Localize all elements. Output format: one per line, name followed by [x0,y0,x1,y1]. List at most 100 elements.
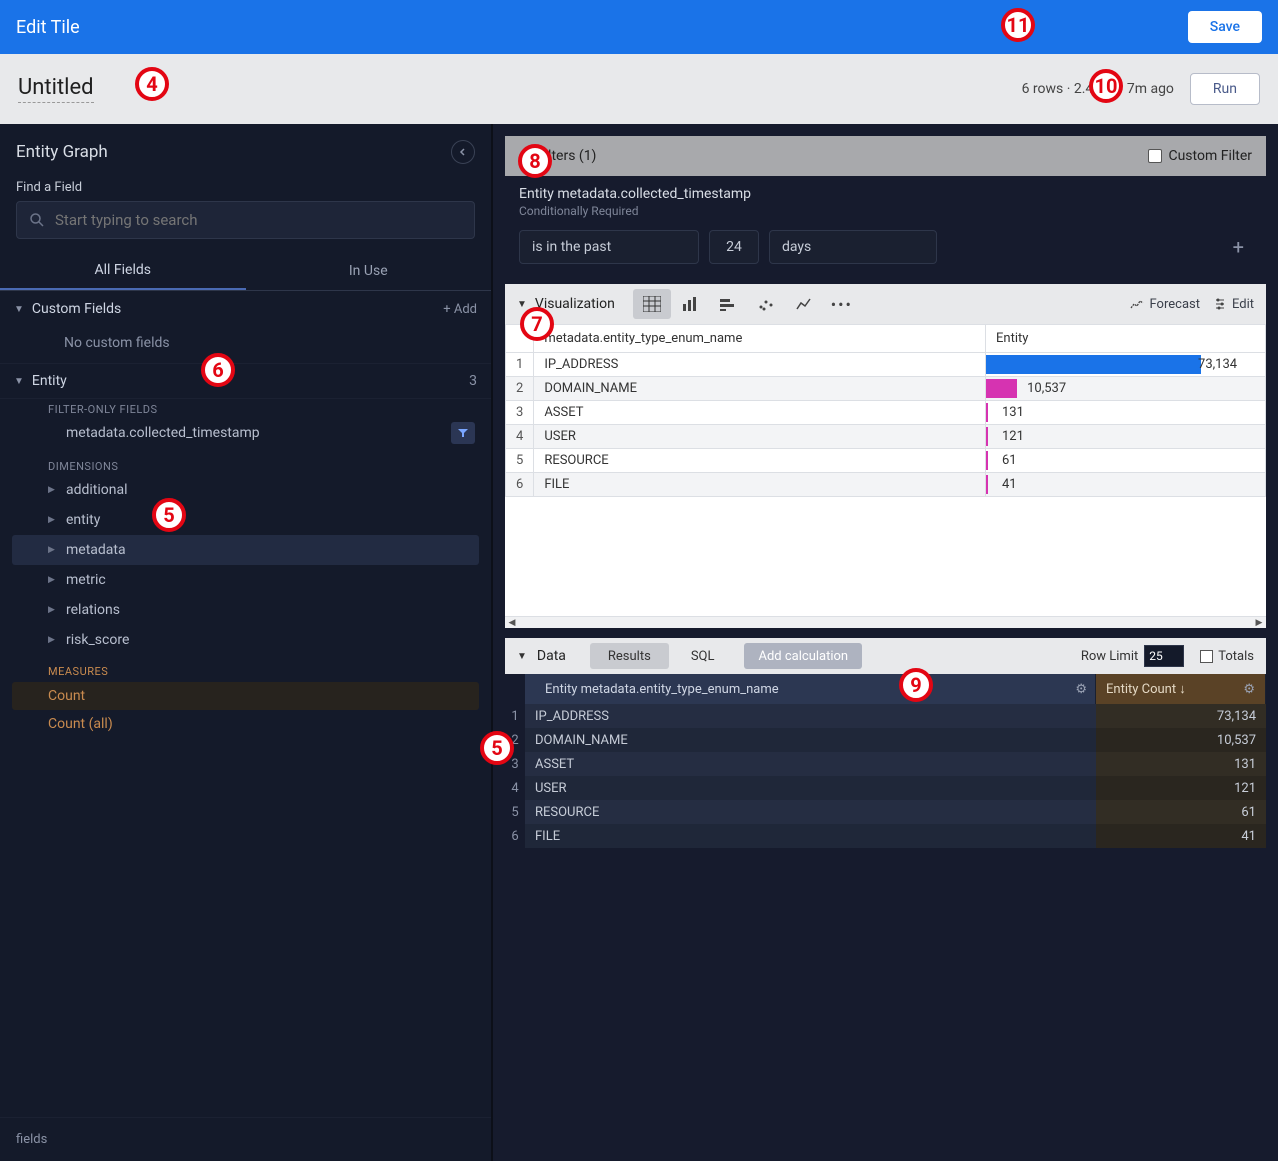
gear-icon[interactable]: ⚙ [1243,682,1255,697]
visualization-bar: ▼ Visualization ••• Forecast Edit [505,284,1266,324]
chevron-left-icon [458,147,468,157]
annotation-7: 7 [520,307,554,341]
annotation-10: 10 [1089,69,1123,103]
annotation-6: 6 [201,353,235,387]
table-row: 5RESOURCE61 [505,800,1266,824]
viz-type-table-icon[interactable] [633,289,671,319]
table-row: 1IP_ADDRESS73,134 [505,704,1266,728]
data-header-measure[interactable]: Entity Count ↓⚙ [1096,674,1266,704]
row-limit-label: Row Limit [1081,649,1138,664]
dim-relations[interactable]: ▶relations [0,595,491,625]
add-filter-button[interactable]: + [1225,235,1252,259]
field-picker-panel: Entity Graph Find a Field All Fields In … [0,124,493,1161]
sliders-icon [1214,298,1226,310]
add-custom-field-button[interactable]: + Add [443,302,477,317]
totals-checkbox[interactable] [1200,650,1213,663]
annotation-5b: 5 [480,731,514,765]
dim-metric[interactable]: ▶metric [0,565,491,595]
table-row: 6FILE41 [506,473,1266,497]
tab-sql[interactable]: SQL [673,643,733,669]
measures-label: MEASURES [0,655,491,682]
table-row: 2DOMAIN_NAME10,537 [506,377,1266,401]
annotation-11: 11 [1001,8,1035,42]
table-row: 3ASSET131 [506,401,1266,425]
data-table: Entity metadata.entity_type_enum_name⚙ E… [505,674,1266,848]
explore-title: Entity Graph [16,142,108,162]
viz-header-measure[interactable]: Entity [986,325,1266,353]
custom-filter-label: Custom Filter [1168,148,1252,164]
collapse-panel-button[interactable] [451,140,475,164]
chevron-down-icon: ▼ [14,304,24,315]
search-field[interactable] [16,201,475,239]
custom-filter-checkbox[interactable] [1148,149,1162,163]
tab-all-fields[interactable]: All Fields [0,251,246,290]
no-custom-fields-msg: No custom fields [0,327,491,363]
measure-count[interactable]: Count [12,682,479,710]
save-button[interactable]: Save [1188,11,1262,43]
filter-field-name: Entity metadata.collected_timestamp [519,186,1252,202]
viz-type-column-icon[interactable] [709,289,747,319]
filter-value-input[interactable]: 24 [709,230,759,264]
tab-results[interactable]: Results [590,643,669,669]
table-row: 4USER121 [505,776,1266,800]
viz-type-more-icon[interactable]: ••• [823,289,861,319]
visualization-body: metadata.entity_type_enum_nameEntity 1IP… [505,324,1266,628]
measure-count-all[interactable]: Count (all) [0,710,491,738]
entity-field-count: 3 [469,373,477,389]
table-row: 2DOMAIN_NAME10,537 [505,728,1266,752]
row-limit-input[interactable] [1144,645,1184,667]
forecast-icon [1130,298,1144,310]
filter-row: Entity metadata.collected_timestamp Cond… [505,176,1266,274]
dim-metadata[interactable]: ▶metadata [12,535,479,565]
footer-breadcrumb: fields [0,1117,491,1161]
filter-icon[interactable] [451,422,475,444]
viz-type-scatter-icon[interactable] [747,289,785,319]
filter-operator-select[interactable]: is in the past [519,230,699,264]
table-row: 1IP_ADDRESS73,134 [506,353,1266,377]
data-header-dimension[interactable]: Entity metadata.entity_type_enum_name⚙ [525,674,1096,704]
viz-type-bar-icon[interactable] [671,289,709,319]
run-button[interactable]: Run [1190,73,1260,105]
chevron-down-icon: ▼ [517,299,527,310]
right-panel: ▼ Filters (1) Custom Filter Entity metad… [493,124,1278,1161]
annotation-9: 9 [899,668,933,702]
chevron-down-icon: ▼ [517,651,527,662]
totals-label: Totals [1218,649,1254,664]
find-field-label: Find a Field [0,180,491,201]
gear-icon[interactable]: ⚙ [1075,682,1087,697]
horizontal-scrollbar[interactable]: ◀▶ [505,616,1266,628]
tile-title-input[interactable]: Untitled [18,75,94,103]
page-title: Edit Tile [16,17,80,38]
annotation-4: 4 [135,67,169,101]
dim-risk-score[interactable]: ▶risk_score [0,625,491,655]
filters-bar[interactable]: ▼ Filters (1) Custom Filter [505,136,1266,176]
filter-only-label: FILTER-ONLY FIELDS [0,399,491,418]
annotation-5a: 5 [152,498,186,532]
dimensions-label: DIMENSIONS [0,456,491,475]
filter-required-note: Conditionally Required [519,204,1252,218]
viz-header-dimension[interactable]: metadata.entity_type_enum_name [534,325,986,353]
entity-section-header[interactable]: ▼ Entity 3 [0,363,491,399]
search-icon [29,212,45,228]
search-input[interactable] [55,211,462,229]
custom-fields-header[interactable]: ▼ Custom Fields + Add [0,291,491,327]
field-tabs: All Fields In Use [0,251,491,291]
dim-entity[interactable]: ▶entity [0,505,491,535]
sub-bar: Untitled 6 rows · 2.489s · 7m ago Run [0,54,1278,124]
table-row: 4USER121 [506,425,1266,449]
data-bar: ▼ Data Results SQL Add calculation Row L… [505,638,1266,674]
annotation-8: 8 [518,144,552,178]
table-row: 5RESOURCE61 [506,449,1266,473]
tab-in-use[interactable]: In Use [246,251,492,290]
dim-additional[interactable]: ▶additional [0,475,491,505]
filter-unit-select[interactable]: days [769,230,937,264]
viz-type-line-icon[interactable] [785,289,823,319]
add-calculation-button[interactable]: Add calculation [744,643,862,669]
top-bar: Edit Tile Save [0,0,1278,54]
forecast-button[interactable]: Forecast [1130,297,1200,312]
field-collected-timestamp[interactable]: metadata.collected_timestamp [0,418,491,448]
data-section-label: Data [537,648,566,664]
table-row: 3ASSET131 [505,752,1266,776]
chevron-down-icon: ▼ [14,376,24,387]
viz-edit-button[interactable]: Edit [1214,297,1254,312]
